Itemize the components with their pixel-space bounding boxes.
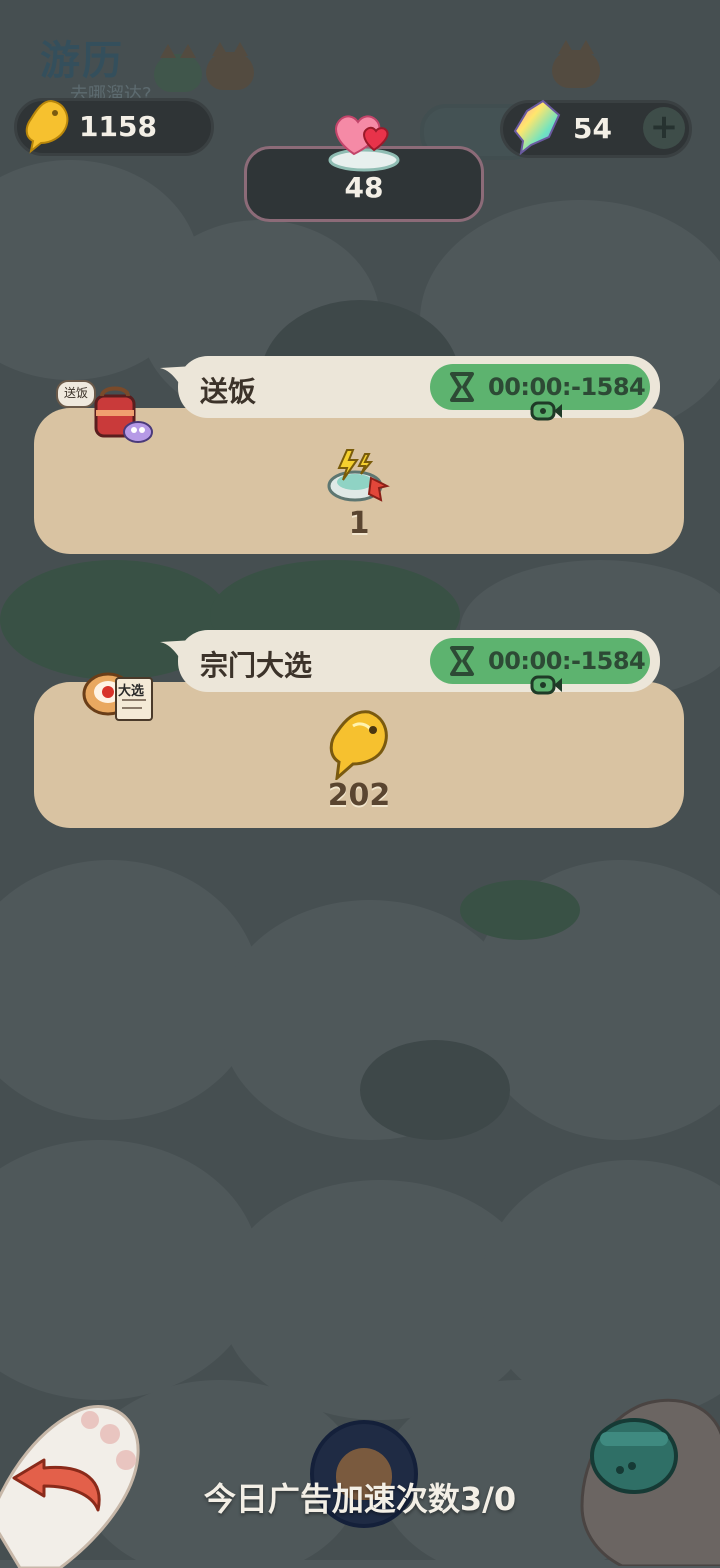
- fish-currency-pill: 1158: [14, 98, 214, 156]
- reward-amount: 202: [327, 778, 391, 813]
- gem-count: 54: [573, 112, 612, 145]
- cat-silhouette-icon: [206, 42, 254, 90]
- video-ad-icon: [530, 675, 562, 695]
- hearts-icon: [328, 115, 400, 172]
- food-box-icon: [94, 386, 153, 443]
- hourglass-icon: [450, 372, 474, 402]
- lightning-dish-icon: [327, 449, 390, 502]
- task-timer[interactable]: 00:00:-1584: [430, 364, 650, 421]
- task-tab-deliver-food[interactable]: 送饭 00:00:-1584: [178, 356, 660, 421]
- golden-fish-icon: [329, 710, 388, 780]
- task-badge: 大选: [118, 684, 145, 699]
- cat-silhouette-icon: [552, 40, 600, 88]
- task-name: 送饭: [200, 375, 257, 408]
- reward-amount: 1: [348, 506, 370, 541]
- cat-silhouette-icon: [154, 44, 202, 92]
- gem-currency-pill: 54 +: [500, 99, 692, 158]
- page-title: 游历: [40, 38, 124, 84]
- task-tab-sect-selection[interactable]: 宗门大选 00:00:-1584: [178, 630, 660, 695]
- ad-speedup-count: 今日广告加速次数3/0: [203, 1480, 517, 1518]
- crystal-fish-icon: [513, 99, 561, 155]
- video-ad-icon: [530, 401, 562, 421]
- hourglass-icon: [450, 646, 474, 676]
- energy-count: 48: [344, 171, 384, 204]
- task-timer[interactable]: 00:00:-1584: [430, 638, 650, 695]
- add-gems-button[interactable]: +: [643, 107, 685, 149]
- timer-text: 00:00:-1584: [488, 373, 646, 401]
- task-name: 宗门大选: [200, 649, 313, 682]
- fish-count: 1158: [79, 110, 157, 143]
- timer-text: 00:00:-1584: [488, 647, 646, 675]
- golden-fish-icon: [25, 99, 69, 154]
